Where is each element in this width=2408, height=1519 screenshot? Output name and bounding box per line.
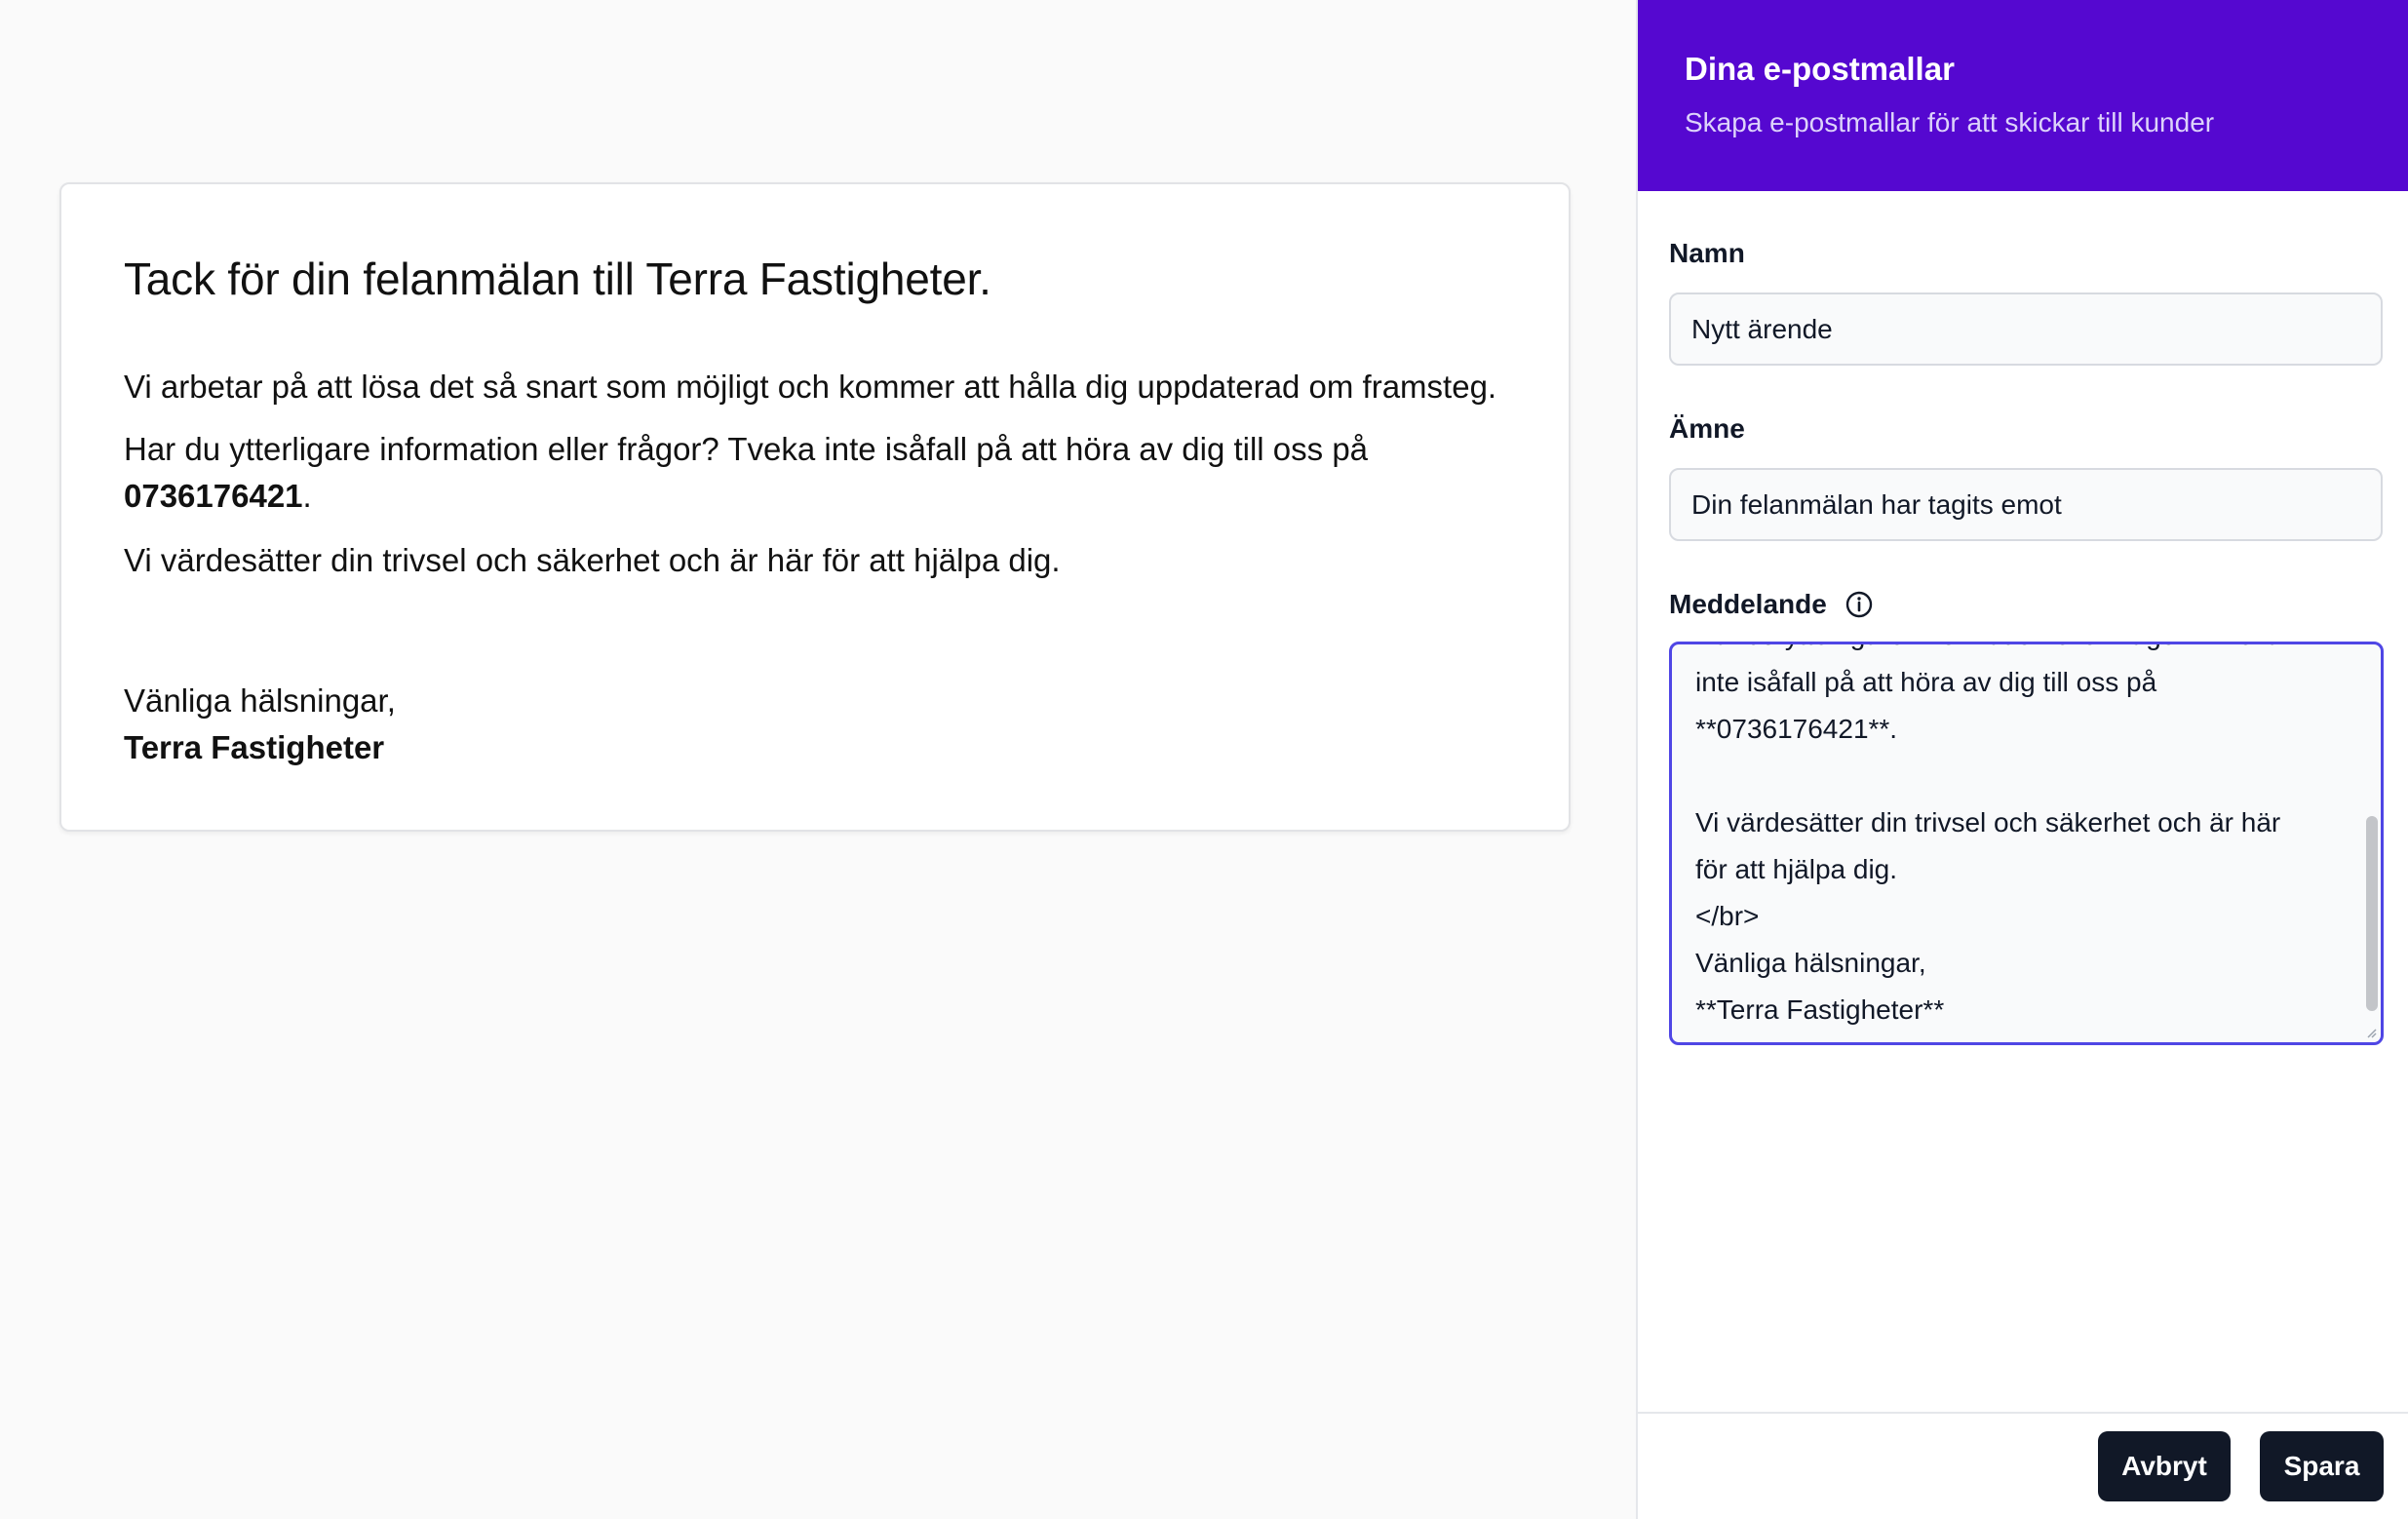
subject-input[interactable] (1669, 468, 2383, 541)
email-paragraph-2: Har du ytterligare information eller frå… (124, 426, 1508, 520)
message-label: Meddelande (1669, 589, 1874, 620)
message-label-text: Meddelande (1669, 589, 1827, 619)
email-preview-card: Tack för din felanmälan till Terra Fasti… (59, 182, 1571, 832)
save-button[interactable]: Spara (2260, 1431, 2384, 1501)
message-textarea-content[interactable]: Har du ytterligare information eller frå… (1695, 644, 2339, 1033)
template-side-panel: Dina e-postmallar Skapa e-postmallar för… (1636, 0, 2408, 1519)
panel-title: Dina e-postmallar (1685, 51, 1955, 87)
email-heading: Tack för din felanmälan till Terra Fasti… (124, 253, 991, 304)
subject-label: Ämne (1669, 413, 1745, 445)
name-label: Namn (1669, 238, 1745, 269)
email-paragraph-1: Vi arbetar på att lösa det så snart som … (124, 369, 1497, 405)
name-label-text: Namn (1669, 238, 1745, 268)
info-icon[interactable] (1845, 590, 1874, 619)
panel-subtitle: Skapa e-postmallar för att skickar till … (1685, 107, 2215, 137)
cancel-button[interactable]: Avbryt (2098, 1431, 2231, 1501)
email-paragraph-2-text: Har du ytterligare information eller frå… (124, 431, 1369, 467)
email-paragraph-2-end: . (302, 478, 312, 514)
email-template-editor: Tack för din felanmälan till Terra Fasti… (0, 0, 2408, 1519)
resize-grip-icon[interactable] (2365, 1027, 2377, 1038)
email-paragraph-3: Vi värdesätter din trivsel och säkerhet … (124, 542, 1061, 578)
name-input[interactable] (1669, 292, 2383, 366)
subject-label-text: Ämne (1669, 413, 1745, 444)
footer-divider (1638, 1412, 2408, 1414)
email-greeting: Vänliga hälsningar, (124, 682, 396, 719)
message-textarea[interactable]: Har du ytterligare information eller frå… (1669, 642, 2384, 1045)
email-phone-number: 0736176421 (124, 478, 303, 514)
email-signature: Terra Fastigheter (124, 729, 385, 765)
message-scrollbar-thumb[interactable] (2366, 816, 2378, 1011)
preview-area: Tack för din felanmälan till Terra Fasti… (0, 0, 1636, 1519)
panel-header: Dina e-postmallar Skapa e-postmallar för… (1638, 0, 2408, 191)
